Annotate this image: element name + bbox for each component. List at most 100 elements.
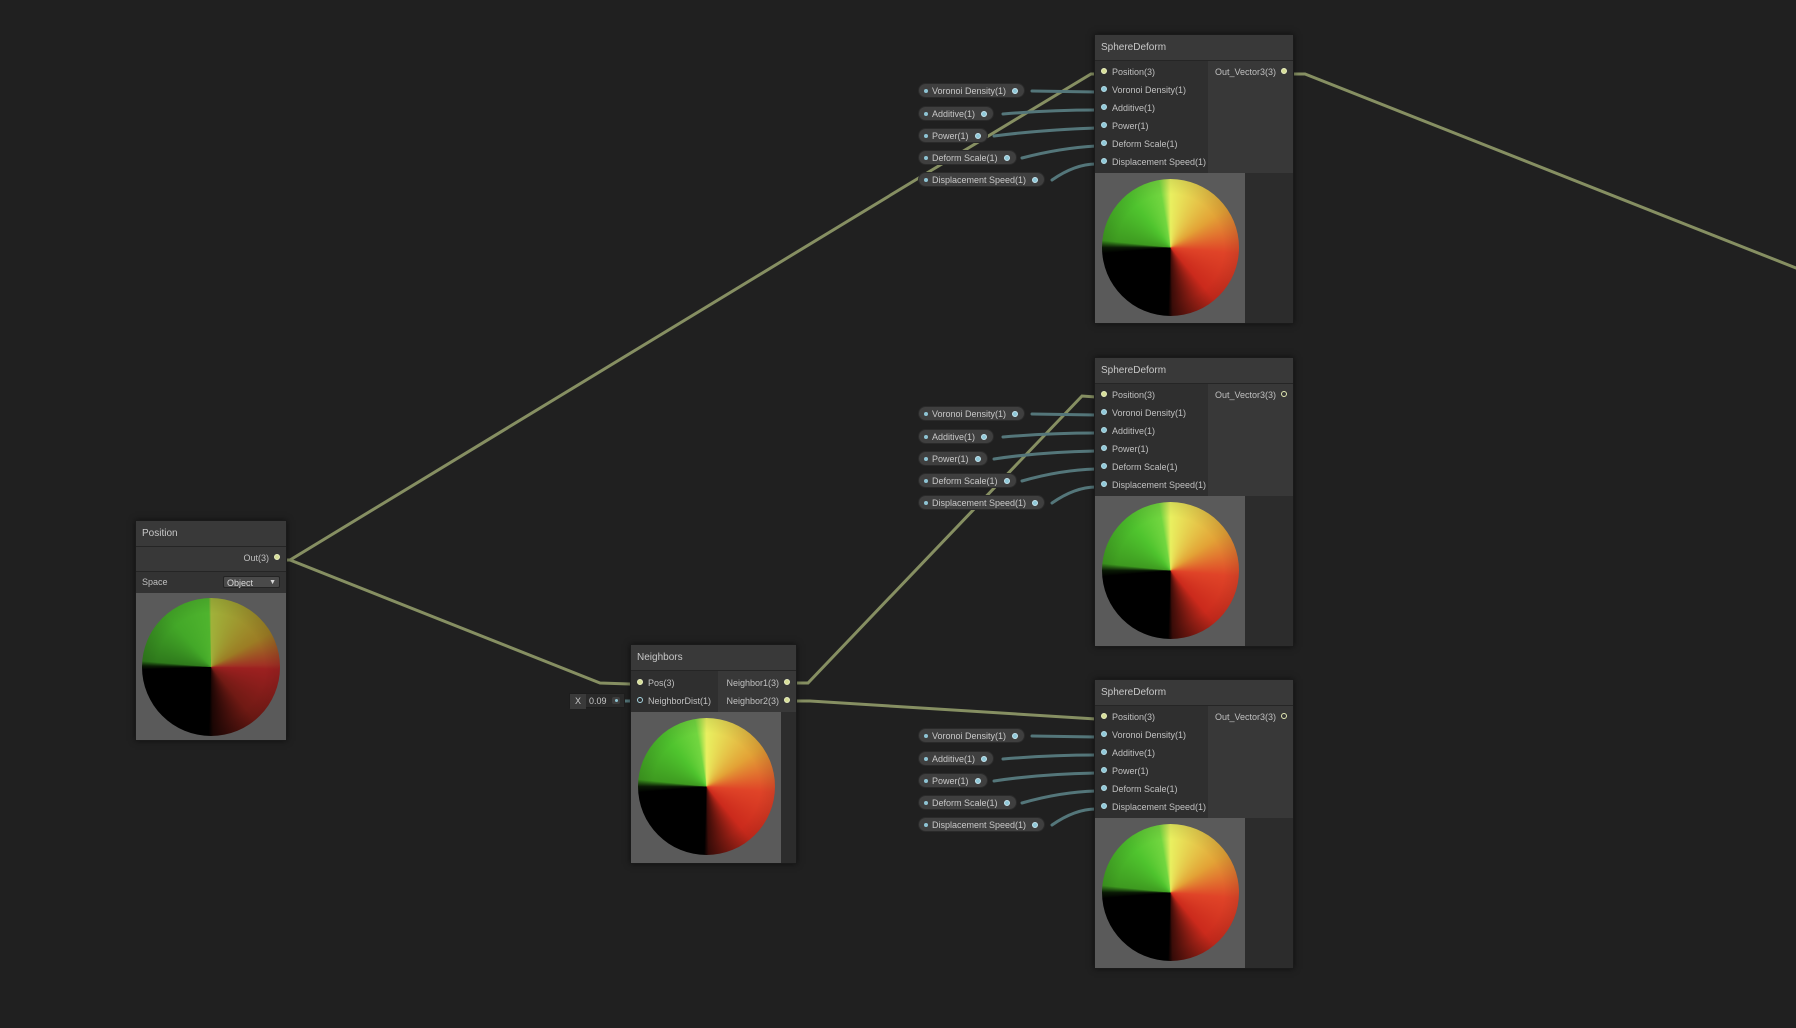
inline-value-additive[interactable]: Additive(1) bbox=[918, 429, 995, 444]
vector3-port-icon[interactable] bbox=[1101, 713, 1107, 719]
float-port-icon[interactable] bbox=[974, 456, 981, 462]
inline-value-displacement-speed[interactable]: Displacement Speed(1) bbox=[918, 817, 1046, 832]
inline-value-power[interactable]: Power(1) bbox=[918, 451, 988, 466]
neighbor-dist-field[interactable]: X 0.09 bbox=[569, 693, 625, 709]
float-port-icon[interactable] bbox=[981, 111, 988, 117]
float-port-icon[interactable] bbox=[974, 778, 981, 784]
vector3-port-icon[interactable] bbox=[784, 697, 790, 703]
input-displacement-speed[interactable]: Displacement Speed(1) bbox=[1095, 798, 1208, 816]
float-port-icon[interactable] bbox=[1101, 158, 1107, 164]
wire-deform1-output bbox=[1288, 72, 1796, 270]
graph-canvas[interactable]: Position Out(3) Space Object ▼ Neighbors… bbox=[0, 0, 1796, 1028]
float-port-icon[interactable] bbox=[1101, 409, 1107, 415]
inline-value-deform-scale[interactable]: Deform Scale(1) bbox=[918, 473, 1017, 488]
input-position[interactable]: Position(3) bbox=[1095, 708, 1208, 726]
neighbors-output-2[interactable]: Neighbor2(3) bbox=[718, 692, 796, 710]
connector-icon bbox=[612, 697, 620, 704]
vector3-port-icon[interactable] bbox=[274, 554, 280, 560]
pill-label: Deform Scale(1) bbox=[932, 153, 998, 163]
float-port-icon[interactable] bbox=[974, 133, 981, 139]
output-vector3[interactable]: Out_Vector3(3) bbox=[1208, 386, 1293, 404]
float-port-icon[interactable] bbox=[1101, 803, 1107, 809]
float-port-icon[interactable] bbox=[1101, 445, 1107, 451]
input-position[interactable]: Position(3) bbox=[1095, 63, 1208, 81]
vector3-port-icon[interactable] bbox=[1101, 68, 1107, 74]
inline-value-additive[interactable]: Additive(1) bbox=[918, 106, 995, 121]
input-power[interactable]: Power(1) bbox=[1095, 440, 1208, 458]
float-port-icon[interactable] bbox=[1101, 767, 1107, 773]
vector3-port-icon[interactable] bbox=[1281, 391, 1287, 397]
float-port-icon[interactable] bbox=[1101, 104, 1107, 110]
port-label: Displacement Speed(1) bbox=[1112, 802, 1207, 812]
float-port-icon[interactable] bbox=[981, 434, 988, 440]
input-voronoi-density[interactable]: Voronoi Density(1) bbox=[1095, 404, 1208, 422]
position-out-port[interactable]: Out(3) bbox=[136, 549, 286, 567]
space-dropdown[interactable]: Object ▼ bbox=[223, 576, 280, 588]
inline-value-power[interactable]: Power(1) bbox=[918, 773, 988, 788]
float-port-icon[interactable] bbox=[1101, 140, 1107, 146]
neighbor-dist-value[interactable]: 0.09 bbox=[589, 694, 611, 709]
float-port-icon[interactable] bbox=[1101, 731, 1107, 737]
inline-value-power[interactable]: Power(1) bbox=[918, 128, 988, 143]
input-power[interactable]: Power(1) bbox=[1095, 762, 1208, 780]
input-additive[interactable]: Additive(1) bbox=[1095, 99, 1208, 117]
float-port-icon[interactable] bbox=[1032, 500, 1039, 506]
vector3-port-icon[interactable] bbox=[1281, 713, 1287, 719]
float-port-icon[interactable] bbox=[1101, 749, 1107, 755]
input-displacement-speed[interactable]: Displacement Speed(1) bbox=[1095, 476, 1208, 494]
float-port-icon[interactable] bbox=[1012, 88, 1019, 94]
float-port-icon[interactable] bbox=[1003, 800, 1010, 806]
inline-value-voronoi-density[interactable]: Voronoi Density(1) bbox=[918, 728, 1026, 743]
sphere-deform-title: SphereDeform bbox=[1095, 680, 1293, 706]
output-vector3[interactable]: Out_Vector3(3) bbox=[1208, 708, 1293, 726]
float-port-icon[interactable] bbox=[1003, 478, 1010, 484]
port-label: Additive(1) bbox=[1112, 748, 1156, 758]
neighbors-input-pos[interactable]: Pos(3) bbox=[631, 674, 718, 692]
input-displacement-speed[interactable]: Displacement Speed(1) bbox=[1095, 153, 1208, 171]
inline-value-displacement-speed[interactable]: Displacement Speed(1) bbox=[918, 495, 1046, 510]
neighbors-output-1[interactable]: Neighbor1(3) bbox=[718, 674, 796, 692]
input-deform-scale[interactable]: Deform Scale(1) bbox=[1095, 458, 1208, 476]
output-vector3[interactable]: Out_Vector3(3) bbox=[1208, 63, 1293, 81]
float-port-icon[interactable] bbox=[637, 697, 643, 703]
input-deform-scale[interactable]: Deform Scale(1) bbox=[1095, 135, 1208, 153]
float-port-icon[interactable] bbox=[1003, 155, 1010, 161]
float-port-icon[interactable] bbox=[1101, 463, 1107, 469]
port-label: Voronoi Density(1) bbox=[1112, 730, 1187, 740]
vector3-port-icon[interactable] bbox=[1101, 391, 1107, 397]
sphere-deform-node-2[interactable]: SphereDeform Position(3) Voronoi Density… bbox=[1094, 357, 1294, 647]
neighbors-input-dist[interactable]: NeighborDist(1) bbox=[631, 692, 718, 710]
float-port-icon[interactable] bbox=[1012, 411, 1019, 417]
inline-value-voronoi-density[interactable]: Voronoi Density(1) bbox=[918, 406, 1026, 421]
float-port-icon[interactable] bbox=[981, 756, 988, 762]
float-port-icon[interactable] bbox=[1032, 177, 1039, 183]
float-port-icon[interactable] bbox=[1101, 785, 1107, 791]
input-additive[interactable]: Additive(1) bbox=[1095, 744, 1208, 762]
input-additive[interactable]: Additive(1) bbox=[1095, 422, 1208, 440]
inline-value-additive[interactable]: Additive(1) bbox=[918, 751, 995, 766]
input-deform-scale[interactable]: Deform Scale(1) bbox=[1095, 780, 1208, 798]
float-port-icon[interactable] bbox=[1012, 733, 1019, 739]
vector3-port-icon[interactable] bbox=[1281, 68, 1287, 74]
sphere-deform-node-3[interactable]: SphereDeform Position(3) Voronoi Density… bbox=[1094, 679, 1294, 969]
float-port-icon[interactable] bbox=[1101, 86, 1107, 92]
inline-value-displacement-speed[interactable]: Displacement Speed(1) bbox=[918, 172, 1046, 187]
position-node[interactable]: Position Out(3) Space Object ▼ bbox=[135, 520, 287, 741]
vector3-port-icon[interactable] bbox=[784, 679, 790, 685]
neighbors-node[interactable]: Neighbors Pos(3) NeighborDist(1) Neighbo… bbox=[630, 644, 797, 864]
inline-value-deform-scale[interactable]: Deform Scale(1) bbox=[918, 150, 1017, 165]
port-label: Out_Vector3(3) bbox=[1214, 712, 1276, 722]
float-port-icon[interactable] bbox=[1101, 122, 1107, 128]
input-voronoi-density[interactable]: Voronoi Density(1) bbox=[1095, 81, 1208, 99]
sphere-deform-node-1[interactable]: SphereDeform Position(3) Voronoi Density… bbox=[1094, 34, 1294, 324]
input-voronoi-density[interactable]: Voronoi Density(1) bbox=[1095, 726, 1208, 744]
float-port-icon[interactable] bbox=[1101, 481, 1107, 487]
input-power[interactable]: Power(1) bbox=[1095, 117, 1208, 135]
preview-sphere bbox=[638, 718, 775, 855]
float-port-icon[interactable] bbox=[1101, 427, 1107, 433]
inline-value-deform-scale[interactable]: Deform Scale(1) bbox=[918, 795, 1017, 810]
input-position[interactable]: Position(3) bbox=[1095, 386, 1208, 404]
inline-value-voronoi-density[interactable]: Voronoi Density(1) bbox=[918, 83, 1026, 98]
vector3-port-icon[interactable] bbox=[637, 679, 643, 685]
float-port-icon[interactable] bbox=[1032, 822, 1039, 828]
